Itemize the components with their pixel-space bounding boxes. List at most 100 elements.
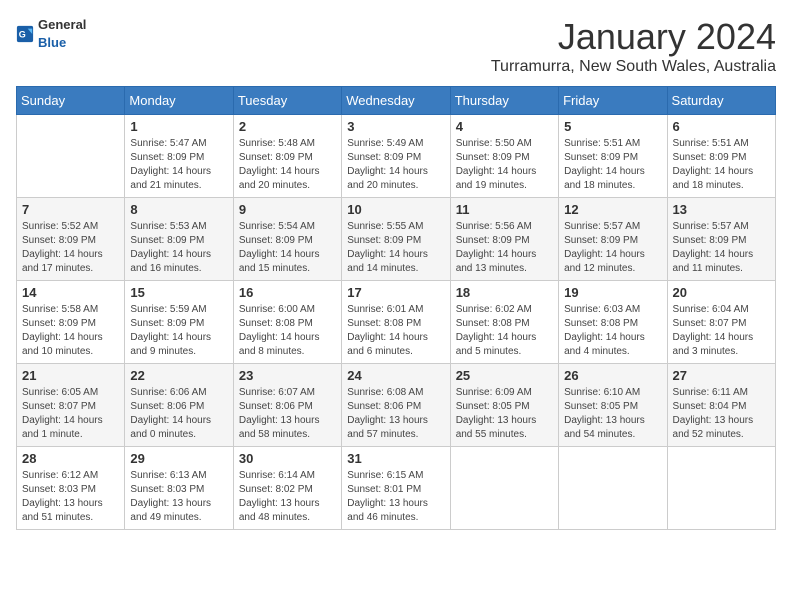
calendar-week-3: 21Sunrise: 6:05 AM Sunset: 8:07 PM Dayli… — [17, 364, 776, 447]
day-info: Sunrise: 6:09 AM Sunset: 8:05 PM Dayligh… — [456, 386, 553, 442]
calendar-cell: 21Sunrise: 6:05 AM Sunset: 8:07 PM Dayli… — [17, 364, 125, 447]
calendar-cell — [559, 447, 667, 530]
day-number: 2 — [239, 119, 336, 134]
day-number: 24 — [347, 368, 444, 383]
day-number: 13 — [673, 202, 770, 217]
day-number: 25 — [456, 368, 553, 383]
calendar-cell: 3Sunrise: 5:49 AM Sunset: 8:09 PM Daylig… — [342, 115, 450, 198]
day-number: 26 — [564, 368, 661, 383]
day-info: Sunrise: 5:59 AM Sunset: 8:09 PM Dayligh… — [130, 303, 227, 359]
calendar-cell: 8Sunrise: 5:53 AM Sunset: 8:09 PM Daylig… — [125, 198, 233, 281]
day-number: 7 — [22, 202, 119, 217]
day-info: Sunrise: 6:10 AM Sunset: 8:05 PM Dayligh… — [564, 386, 661, 442]
day-info: Sunrise: 5:47 AM Sunset: 8:09 PM Dayligh… — [130, 137, 227, 193]
day-info: Sunrise: 6:12 AM Sunset: 8:03 PM Dayligh… — [22, 469, 119, 525]
day-number: 29 — [130, 451, 227, 466]
calendar-cell: 28 Sunrise: 6:12 AM Sunset: 8:03 PM Dayli… — [17, 447, 125, 530]
day-info: Sunrise: 5:54 AM Sunset: 8:09 PM Dayligh… — [239, 220, 336, 276]
calendar-cell: 14Sunrise: 5:58 AM Sunset: 8:09 PM Dayli… — [17, 281, 125, 364]
calendar-cell: 15 Sunrise: 5:59 AM Sunset: 8:09 PM Dayli… — [125, 281, 233, 364]
calendar-header-saturday: Saturday — [667, 87, 775, 115]
calendar-cell: 18 Sunrise: 6:02 AM Sunset: 8:08 PM Dayli… — [450, 281, 558, 364]
calendar-cell: 16Sunrise: 6:00 AM Sunset: 8:08 PM Dayli… — [233, 281, 341, 364]
logo-icon: G — [16, 25, 34, 43]
calendar-header-monday: Monday — [125, 87, 233, 115]
day-number: 9 — [239, 202, 336, 217]
day-number: 28 — [22, 451, 119, 466]
day-info: Sunrise: 6:03 AM Sunset: 8:08 PM Dayligh… — [564, 303, 661, 359]
calendar-cell: 31 Sunrise: 6:15 AM Sunset: 8:01 PM Dayli… — [342, 447, 450, 530]
calendar-cell: 22 Sunrise: 6:06 AM Sunset: 8:06 PM Dayli… — [125, 364, 233, 447]
calendar-cell: 19 Sunrise: 6:03 AM Sunset: 8:08 PM Dayli… — [559, 281, 667, 364]
calendar-cell — [667, 447, 775, 530]
day-info: Sunrise: 6:15 AM Sunset: 8:01 PM Dayligh… — [347, 469, 444, 525]
calendar-week-2: 14Sunrise: 5:58 AM Sunset: 8:09 PM Dayli… — [17, 281, 776, 364]
calendar-week-0: 1 Sunrise: 5:47 AM Sunset: 8:09 PM Daylig… — [17, 115, 776, 198]
calendar-cell: 4 Sunrise: 5:50 AM Sunset: 8:09 PM Daylig… — [450, 115, 558, 198]
calendar-cell: 13 Sunrise: 5:57 AM Sunset: 8:09 PM Dayli… — [667, 198, 775, 281]
calendar-cell: 27 Sunrise: 6:11 AM Sunset: 8:04 PM Dayli… — [667, 364, 775, 447]
day-number: 17 — [347, 285, 444, 300]
day-number: 30 — [239, 451, 336, 466]
calendar-cell: 2 Sunrise: 5:48 AM Sunset: 8:09 PM Daylig… — [233, 115, 341, 198]
day-number: 6 — [673, 119, 770, 134]
calendar-cell: 5Sunrise: 5:51 AM Sunset: 8:09 PM Daylig… — [559, 115, 667, 198]
calendar-cell: 12 Sunrise: 5:57 AM Sunset: 8:09 PM Dayli… — [559, 198, 667, 281]
calendar: SundayMondayTuesdayWednesdayThursdayFrid… — [16, 86, 776, 530]
calendar-cell: 6Sunrise: 5:51 AM Sunset: 8:09 PM Daylig… — [667, 115, 775, 198]
day-number: 23 — [239, 368, 336, 383]
calendar-header-row: SundayMondayTuesdayWednesdayThursdayFrid… — [17, 87, 776, 115]
day-info: Sunrise: 5:57 AM Sunset: 8:09 PM Dayligh… — [673, 220, 770, 276]
svg-text:G: G — [19, 30, 26, 40]
day-number: 20 — [673, 285, 770, 300]
calendar-cell: 7Sunrise: 5:52 AM Sunset: 8:09 PM Daylig… — [17, 198, 125, 281]
calendar-cell: 25 Sunrise: 6:09 AM Sunset: 8:05 PM Dayli… — [450, 364, 558, 447]
day-number: 22 — [130, 368, 227, 383]
day-number: 18 — [456, 285, 553, 300]
day-number: 16 — [239, 285, 336, 300]
calendar-cell — [17, 115, 125, 198]
calendar-header-wednesday: Wednesday — [342, 87, 450, 115]
day-info: Sunrise: 5:53 AM Sunset: 8:09 PM Dayligh… — [130, 220, 227, 276]
day-info: Sunrise: 5:58 AM Sunset: 8:09 PM Dayligh… — [22, 303, 119, 359]
calendar-header-friday: Friday — [559, 87, 667, 115]
day-info: Sunrise: 6:14 AM Sunset: 8:02 PM Dayligh… — [239, 469, 336, 525]
day-number: 10 — [347, 202, 444, 217]
logo-blue: Blue — [38, 35, 66, 50]
day-info: Sunrise: 5:48 AM Sunset: 8:09 PM Dayligh… — [239, 137, 336, 193]
calendar-week-4: 28 Sunrise: 6:12 AM Sunset: 8:03 PM Dayli… — [17, 447, 776, 530]
day-number: 15 — [130, 285, 227, 300]
day-info: Sunrise: 6:08 AM Sunset: 8:06 PM Dayligh… — [347, 386, 444, 442]
day-number: 11 — [456, 202, 553, 217]
logo: G General Blue — [16, 16, 86, 52]
day-number: 4 — [456, 119, 553, 134]
calendar-cell: 10Sunrise: 5:55 AM Sunset: 8:09 PM Dayli… — [342, 198, 450, 281]
day-number: 31 — [347, 451, 444, 466]
calendar-header-sunday: Sunday — [17, 87, 125, 115]
calendar-header-thursday: Thursday — [450, 87, 558, 115]
calendar-week-1: 7Sunrise: 5:52 AM Sunset: 8:09 PM Daylig… — [17, 198, 776, 281]
day-info: Sunrise: 6:11 AM Sunset: 8:04 PM Dayligh… — [673, 386, 770, 442]
day-info: Sunrise: 6:05 AM Sunset: 8:07 PM Dayligh… — [22, 386, 119, 442]
day-info: Sunrise: 5:49 AM Sunset: 8:09 PM Dayligh… — [347, 137, 444, 193]
day-info: Sunrise: 5:57 AM Sunset: 8:09 PM Dayligh… — [564, 220, 661, 276]
calendar-cell: 1 Sunrise: 5:47 AM Sunset: 8:09 PM Daylig… — [125, 115, 233, 198]
month-title: January 2024 — [491, 16, 776, 58]
calendar-cell: 24 Sunrise: 6:08 AM Sunset: 8:06 PM Dayli… — [342, 364, 450, 447]
day-number: 5 — [564, 119, 661, 134]
day-info: Sunrise: 6:06 AM Sunset: 8:06 PM Dayligh… — [130, 386, 227, 442]
header: G General Blue January 2024 Turramurra, … — [16, 16, 776, 76]
day-number: 12 — [564, 202, 661, 217]
day-number: 19 — [564, 285, 661, 300]
day-info: Sunrise: 6:02 AM Sunset: 8:08 PM Dayligh… — [456, 303, 553, 359]
calendar-cell: 9 Sunrise: 5:54 AM Sunset: 8:09 PM Daylig… — [233, 198, 341, 281]
calendar-cell: 26 Sunrise: 6:10 AM Sunset: 8:05 PM Dayli… — [559, 364, 667, 447]
location-title: Turramurra, New South Wales, Australia — [491, 58, 776, 76]
day-number: 1 — [130, 119, 227, 134]
title-area: January 2024 Turramurra, New South Wales… — [491, 16, 776, 76]
day-info: Sunrise: 5:50 AM Sunset: 8:09 PM Dayligh… — [456, 137, 553, 193]
calendar-body: 1 Sunrise: 5:47 AM Sunset: 8:09 PM Daylig… — [17, 115, 776, 530]
day-number: 27 — [673, 368, 770, 383]
calendar-header-tuesday: Tuesday — [233, 87, 341, 115]
calendar-cell: 20Sunrise: 6:04 AM Sunset: 8:07 PM Dayli… — [667, 281, 775, 364]
